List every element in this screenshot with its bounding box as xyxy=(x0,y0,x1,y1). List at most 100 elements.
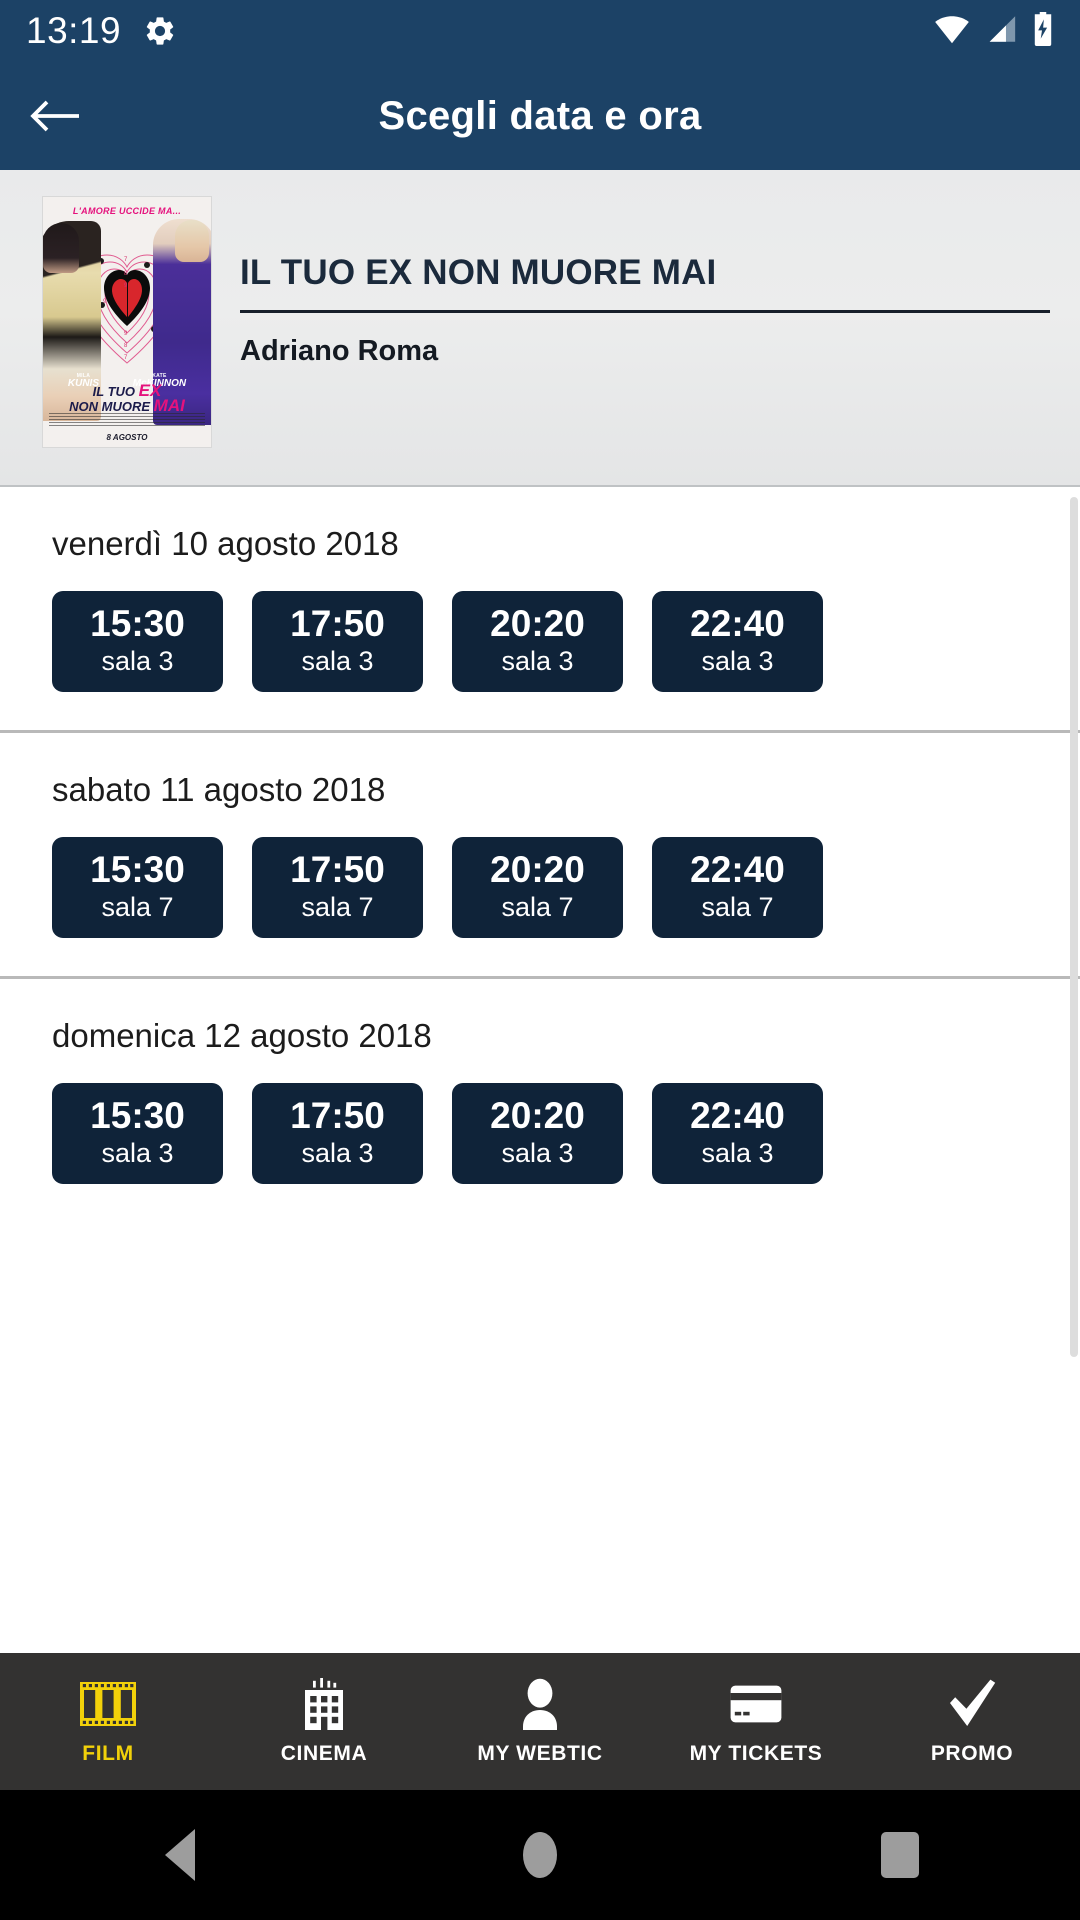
showtime-button[interactable]: 20:20 sala 3 xyxy=(452,1083,623,1184)
poster-credits-block xyxy=(49,413,205,427)
showtime-hall: sala 7 xyxy=(501,892,574,923)
showtime-hall: sala 7 xyxy=(301,892,374,923)
svg-text:7: 7 xyxy=(124,355,128,361)
showtime-hall: sala 3 xyxy=(101,1138,174,1169)
wifi-icon xyxy=(934,14,970,49)
cinema-name: Adriano Roma xyxy=(240,334,439,367)
android-home-button[interactable] xyxy=(480,1790,600,1920)
showtime-time: 22:40 xyxy=(690,1095,785,1137)
showtime-time: 20:20 xyxy=(490,603,585,645)
android-navigation-bar xyxy=(0,1790,1080,1920)
showtime-time: 20:20 xyxy=(490,849,585,891)
status-bar-clock: 13:19 xyxy=(26,10,122,51)
app-root: 13:19 Scegli data e ora 7 8 9 9 8 7 9 L'… xyxy=(0,0,1080,1920)
svg-text:7: 7 xyxy=(124,257,128,263)
poster-title-line1: IL TUO xyxy=(92,383,139,399)
triangle-back-icon xyxy=(165,1829,195,1881)
tab-cinema[interactable]: CINEMA xyxy=(216,1653,432,1790)
showtime-button[interactable]: 15:30 sala 3 xyxy=(52,591,223,692)
poster-tagline: L'AMORE UCCIDE MA... xyxy=(72,206,182,216)
svg-text:9: 9 xyxy=(124,331,128,337)
scrollbar[interactable] xyxy=(1070,487,1080,1367)
tab-my-webtic[interactable]: MY WEBTIC xyxy=(432,1653,648,1790)
film-strip-icon xyxy=(80,1678,136,1730)
date-group: sabato 11 agosto 2018 15:30 sala 7 17:50 sal… xyxy=(0,730,1080,976)
circle-home-icon xyxy=(523,1832,557,1878)
showtime-time: 17:50 xyxy=(290,1095,385,1137)
gear-icon xyxy=(143,14,177,48)
showtime-time: 22:40 xyxy=(690,849,785,891)
tab-promo[interactable]: PROMO xyxy=(864,1653,1080,1790)
showtime-time: 15:30 xyxy=(90,1095,185,1137)
showtime-button[interactable]: 22:40 sala 3 xyxy=(652,591,823,692)
showtime-button[interactable]: 17:50 sala 3 xyxy=(252,1083,423,1184)
showtime-button[interactable]: 17:50 sala 3 xyxy=(252,591,423,692)
showtime-grid: 15:30 sala 3 17:50 sala 3 20:20 sala 3 22:40 sa… xyxy=(52,1083,1080,1222)
movie-poster: 78 99 87 79 9 L'AMORE UCCIDE MA... MILA … xyxy=(42,196,212,448)
showtime-button[interactable]: 15:30 sala 7 xyxy=(52,837,223,938)
showtime-grid: 15:30 sala 7 17:50 sala 7 20:20 sala 7 22:40 sa… xyxy=(52,837,1080,976)
showtime-hall: sala 3 xyxy=(101,646,174,677)
tab-film-label: FILM xyxy=(82,1741,134,1765)
movie-header: 78 99 87 79 9 L'AMORE UCCIDE MA... MILA … xyxy=(0,170,1080,487)
showtime-hall: sala 3 xyxy=(301,646,374,677)
square-recents-icon xyxy=(881,1832,919,1878)
showtime-time: 17:50 xyxy=(290,603,385,645)
tab-cinema-label: CINEMA xyxy=(280,1741,368,1765)
showtime-time: 15:30 xyxy=(90,849,185,891)
showtime-hall: sala 3 xyxy=(501,646,574,677)
android-back-button[interactable] xyxy=(120,1790,240,1920)
person-icon xyxy=(517,1678,563,1730)
date-label: domenica 12 agosto 2018 xyxy=(52,1017,432,1054)
showtime-hall: sala 7 xyxy=(101,892,174,923)
date-group: venerdì 10 agosto 2018 15:30 sala 3 17:50 sa… xyxy=(0,487,1080,730)
date-label: sabato 11 agosto 2018 xyxy=(52,771,386,808)
status-bar-icons xyxy=(934,11,1054,51)
showtime-hall: sala 7 xyxy=(701,892,774,923)
battery-charging-icon xyxy=(1032,11,1054,51)
showtime-time: 17:50 xyxy=(290,849,385,891)
svg-text:8: 8 xyxy=(124,343,128,349)
tab-my-tickets[interactable]: MY TICKETS xyxy=(648,1653,864,1790)
tab-my-webtic-label: MY WEBTIC xyxy=(477,1741,603,1765)
date-groups: venerdì 10 agosto 2018 15:30 sala 3 17:50 sa… xyxy=(0,487,1080,1222)
back-button[interactable] xyxy=(0,62,110,170)
showtime-time: 20:20 xyxy=(490,1095,585,1137)
app-bar: Scegli data e ora xyxy=(0,62,1080,170)
building-icon xyxy=(301,1677,347,1730)
showtime-button[interactable]: 15:30 sala 3 xyxy=(52,1083,223,1184)
showtime-button[interactable]: 20:20 sala 7 xyxy=(452,837,623,938)
movie-title-divider xyxy=(240,309,1050,313)
showtime-button[interactable]: 22:40 sala 7 xyxy=(652,837,823,938)
showtimes-list[interactable]: venerdì 10 agosto 2018 15:30 sala 3 17:50 sa… xyxy=(0,487,1080,1367)
showtime-hall: sala 3 xyxy=(501,1138,574,1169)
showtime-button[interactable]: 22:40 sala 3 xyxy=(652,1083,823,1184)
showtime-time: 22:40 xyxy=(690,603,785,645)
showtime-hall: sala 3 xyxy=(701,1138,774,1169)
tab-film[interactable]: FILM xyxy=(0,1653,216,1790)
showtime-hall: sala 3 xyxy=(701,646,774,677)
tab-promo-label: PROMO xyxy=(930,1741,1014,1765)
bottom-tab-bar: FILM CINEMA MY WEBTIC MY TICKETS PROMO xyxy=(0,1653,1080,1790)
android-recents-button[interactable] xyxy=(840,1790,960,1920)
showtime-button[interactable]: 20:20 sala 3 xyxy=(452,591,623,692)
arrow-left-icon xyxy=(30,100,79,132)
showtime-grid: 15:30 sala 3 17:50 sala 3 20:20 sala 3 22:40 sa… xyxy=(52,591,1080,730)
poster-title: IL TUO EX NON MUORE MAI xyxy=(43,382,211,415)
showtime-button[interactable]: 17:50 sala 7 xyxy=(252,837,423,938)
date-label: venerdì 10 agosto 2018 xyxy=(52,525,399,562)
status-bar: 13:19 xyxy=(0,0,1080,62)
cellular-signal-icon xyxy=(984,14,1018,49)
tab-my-tickets-label: MY TICKETS xyxy=(689,1741,823,1765)
poster-release-date: 8 AGOSTO xyxy=(106,433,148,442)
credit-card-icon xyxy=(728,1678,784,1730)
checkmark-icon xyxy=(946,1678,998,1730)
showtime-hall: sala 3 xyxy=(301,1138,374,1169)
poster-artwork: 78 99 87 79 9 L'AMORE UCCIDE MA... MILA … xyxy=(43,197,211,447)
showtime-time: 15:30 xyxy=(90,603,185,645)
page-title: Scegli data e ora xyxy=(378,93,702,138)
movie-title: IL TUO EX NON MUORE MAI xyxy=(240,253,717,292)
scrollbar-thumb[interactable] xyxy=(1070,497,1078,1357)
date-group: domenica 12 agosto 2018 15:30 sala 3 17:50 s… xyxy=(0,976,1080,1222)
movie-info: IL TUO EX NON MUORE MAI Adriano Roma xyxy=(240,196,1080,485)
